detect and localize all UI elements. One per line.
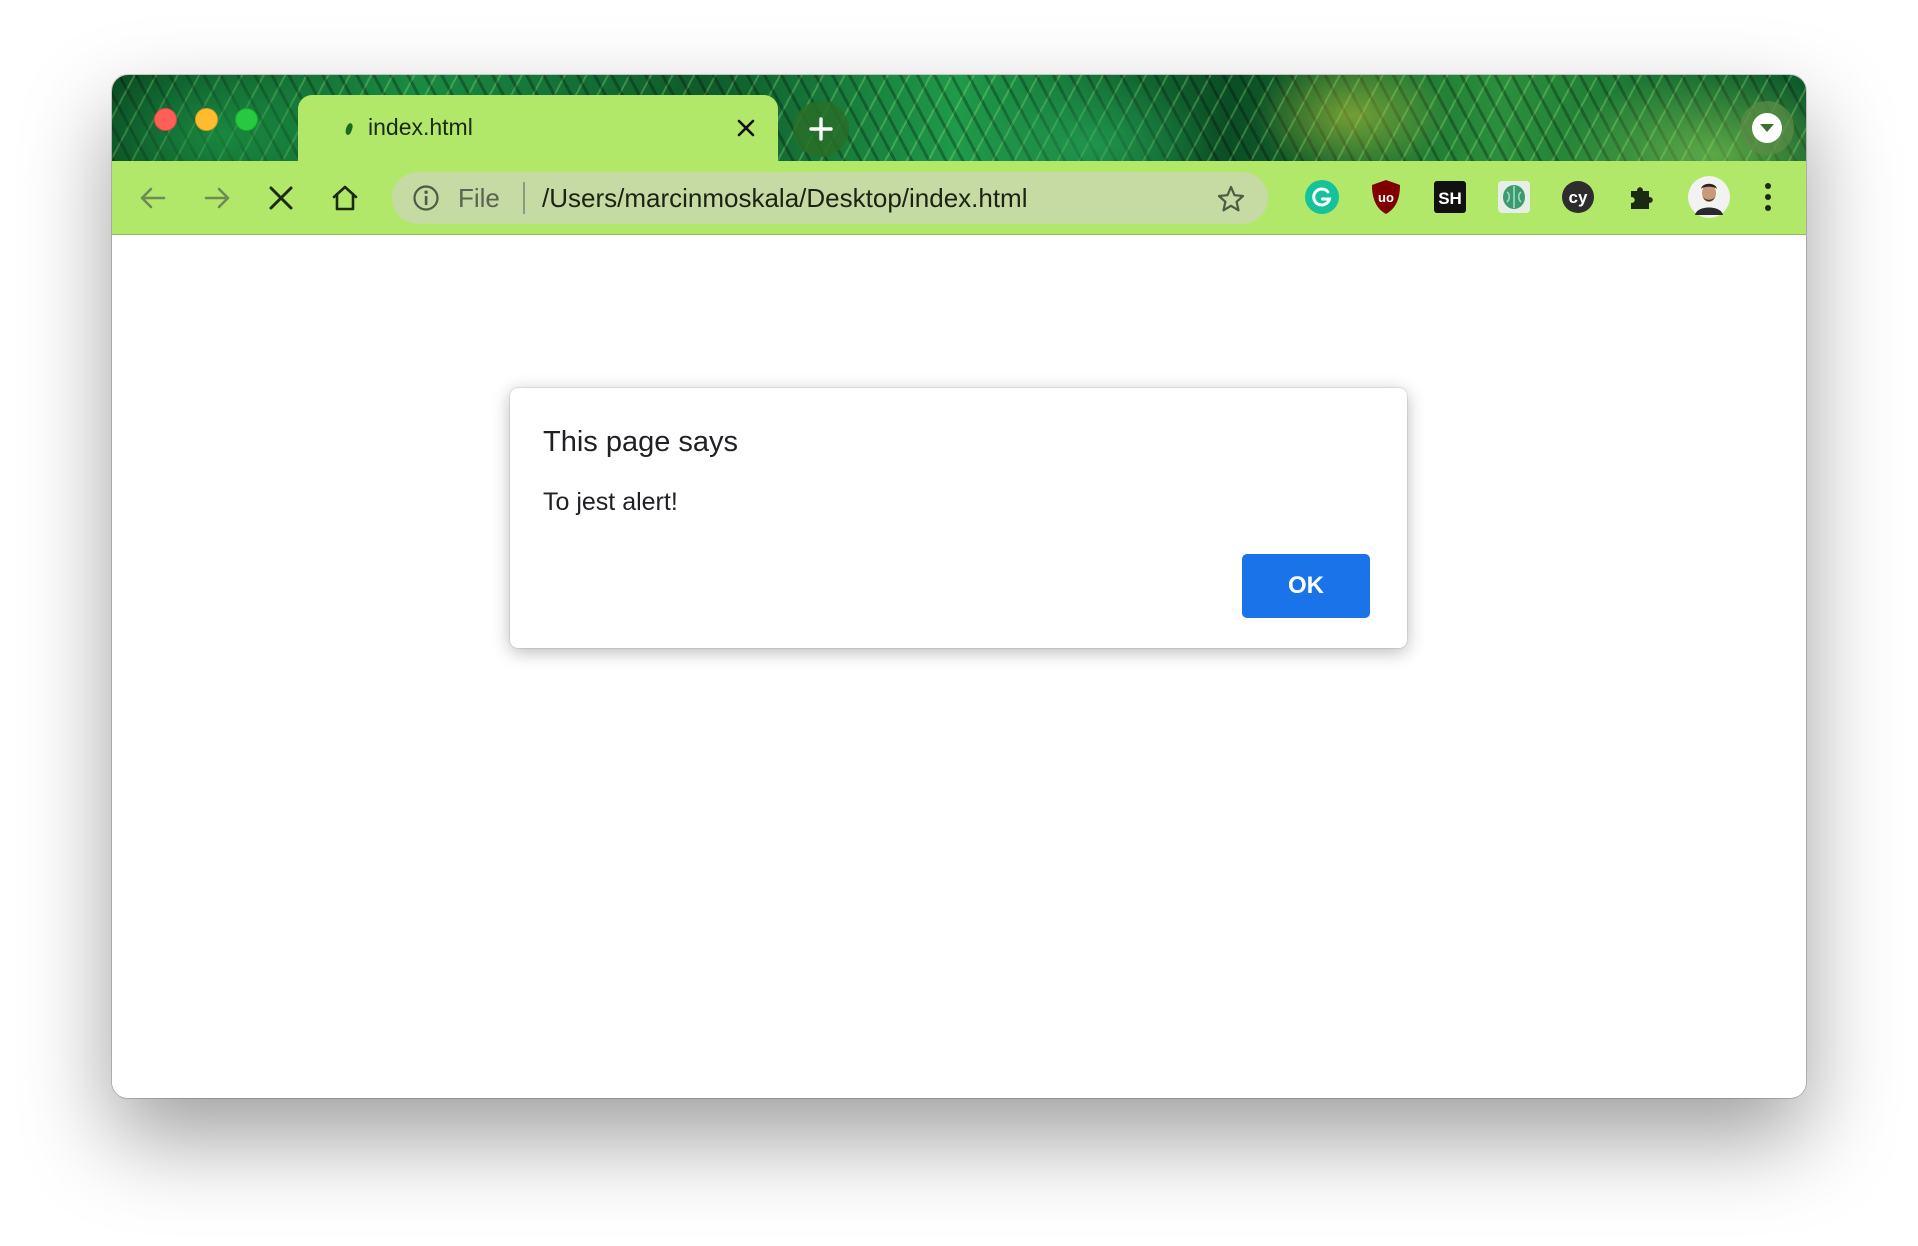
tab-search-button[interactable] — [1740, 101, 1794, 155]
browser-window: index.html File /Users/marcinmoskala/Des… — [112, 75, 1806, 1098]
brain-extension[interactable] — [1494, 177, 1534, 217]
window-minimize-button[interactable] — [195, 108, 218, 131]
grammarly-extension[interactable] — [1302, 177, 1342, 217]
tab-title: index.html — [368, 114, 473, 140]
chevron-down-icon — [1752, 113, 1782, 143]
home-icon — [332, 185, 358, 211]
puzzle-icon — [1631, 187, 1653, 209]
extensions-button[interactable] — [1622, 177, 1662, 217]
menu-button[interactable] — [1748, 177, 1788, 217]
svg-text:uo: uo — [1378, 190, 1394, 205]
back-button[interactable] — [130, 175, 176, 221]
forward-button[interactable] — [194, 175, 240, 221]
dialog-message: To jest alert! — [543, 488, 678, 516]
alert-dialog: This page says To jest alert! OK — [510, 388, 1407, 648]
tab-index[interactable]: index.html — [298, 95, 778, 161]
home-button[interactable] — [322, 175, 368, 221]
url-text[interactable]: /Users/marcinmoskala/Desktop/index.html — [542, 183, 1028, 213]
page-content: This page says To jest alert! OK — [112, 235, 1806, 1098]
stop-button[interactable] — [258, 175, 304, 221]
brain-icon — [1498, 181, 1530, 213]
ok-button[interactable]: OK — [1242, 554, 1370, 618]
star-icon[interactable] — [1214, 182, 1248, 216]
ublock-shield-icon: uo — [1372, 180, 1400, 214]
window-maximize-button[interactable] — [235, 108, 258, 131]
plus-icon — [809, 117, 833, 141]
close-x-icon — [269, 186, 293, 210]
sh-extension[interactable]: SH — [1430, 177, 1470, 217]
arrow-right-icon — [204, 187, 230, 209]
address-bar[interactable]: File /Users/marcinmoskala/Desktop/index.… — [392, 172, 1268, 224]
profile-avatar[interactable] — [1686, 174, 1732, 220]
leaf-favicon-icon — [344, 122, 354, 136]
tab-strip: index.html — [112, 75, 1806, 161]
window-close-button[interactable] — [154, 108, 177, 131]
ublock-extension[interactable]: uo — [1366, 177, 1406, 217]
grammarly-icon — [1305, 180, 1339, 214]
toolbar: File /Users/marcinmoskala/Desktop/index.… — [112, 161, 1806, 235]
cypress-extension[interactable]: cy — [1558, 177, 1598, 217]
arrow-left-icon — [140, 187, 166, 209]
close-tab-icon[interactable] — [732, 114, 760, 142]
dialog-title: This page says — [543, 426, 739, 458]
svg-text:cy: cy — [1569, 188, 1588, 207]
scheme-label: File — [458, 183, 500, 213]
cypress-icon: cy — [1562, 181, 1594, 213]
info-icon[interactable] — [412, 184, 440, 212]
sh-icon: SH — [1434, 181, 1466, 213]
more-vertical-icon — [1765, 183, 1771, 211]
avatar-icon — [1688, 176, 1730, 218]
new-tab-button[interactable] — [793, 101, 849, 157]
svg-text:SH: SH — [1438, 189, 1462, 208]
omnibox-divider — [523, 182, 525, 214]
